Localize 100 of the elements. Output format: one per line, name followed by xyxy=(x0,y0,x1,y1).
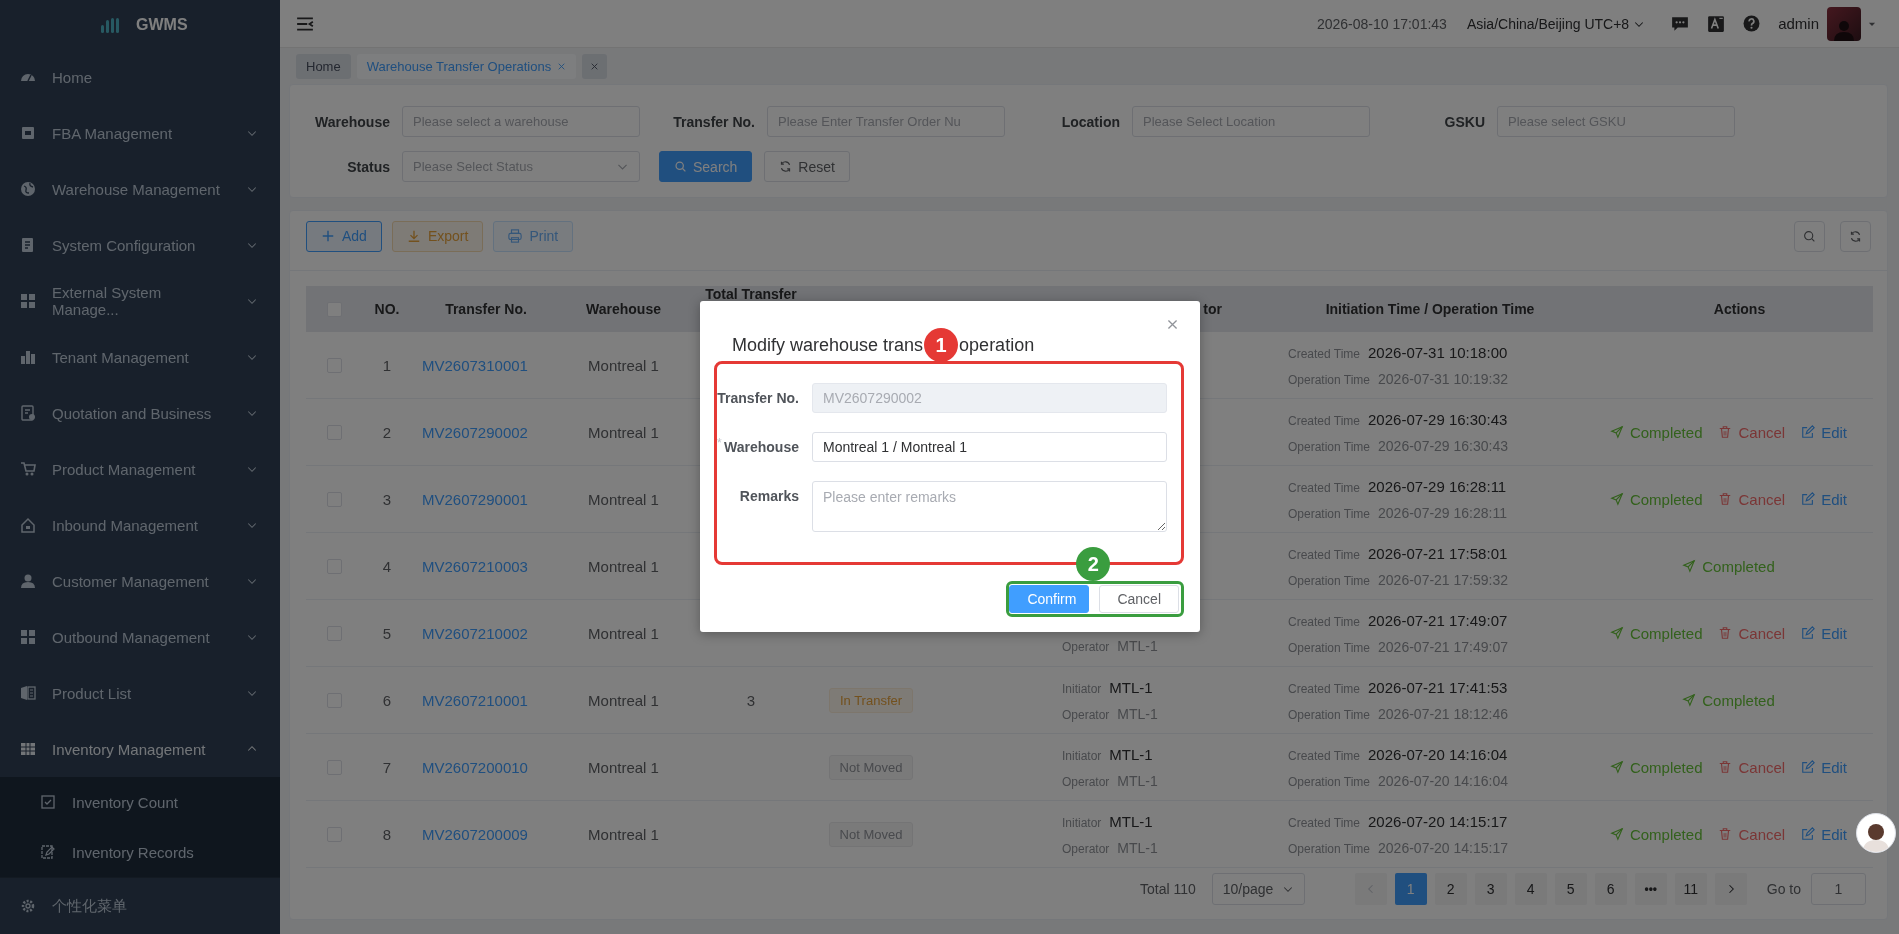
bars-logo-icon xyxy=(100,16,120,33)
row-number: 5 xyxy=(382,624,392,642)
close-all-tabs-button[interactable] xyxy=(582,53,608,79)
page-button[interactable]: 1 xyxy=(1394,873,1427,905)
transfer-link[interactable]: MV2607210002 xyxy=(422,624,528,642)
avatar[interactable] xyxy=(1827,6,1861,41)
edit-document-icon xyxy=(40,844,56,860)
filter-label: Transfer No. xyxy=(672,113,755,130)
warehouse-cell: Montreal 1 xyxy=(588,825,659,843)
row-number: 2 xyxy=(382,423,392,441)
submenu-item[interactable]: Inventory Count xyxy=(0,777,280,827)
search-button[interactable]: Search xyxy=(659,151,753,182)
action-link[interactable]: Completed xyxy=(1682,691,1775,709)
menu-item[interactable]: Outbound Management xyxy=(0,609,280,665)
menu-item[interactable]: Product List xyxy=(0,665,280,721)
menu-item[interactable]: Product Management xyxy=(0,441,280,497)
field-value: 2026-07-20 14:15:17 xyxy=(1368,812,1508,830)
warehouse-cell: Montreal 1 xyxy=(588,423,659,441)
action-link[interactable]: Completed xyxy=(1682,557,1775,575)
goto-page-field[interactable]: 1 xyxy=(1811,873,1866,905)
page-button[interactable]: 11 xyxy=(1674,873,1707,905)
action-link[interactable]: Edit xyxy=(1801,490,1848,508)
action-link[interactable]: Completed xyxy=(1609,758,1703,776)
more-pages-button[interactable]: ••• xyxy=(1634,873,1667,905)
refresh-icon xyxy=(779,160,793,173)
username[interactable]: admin xyxy=(1778,15,1819,32)
field-value: MTL-1 xyxy=(1109,745,1153,763)
menu-item[interactable]: Home xyxy=(0,49,280,105)
menu-item[interactable]: Tenant Management xyxy=(0,329,280,385)
menu-item[interactable]: FBA Management xyxy=(0,105,280,161)
action-link[interactable]: Edit xyxy=(1801,423,1848,441)
menu-item[interactable]: Warehouse Management xyxy=(0,161,280,217)
warehouse-cell: Montreal 1 xyxy=(588,490,659,508)
transfer-link[interactable]: MV2607290001 xyxy=(422,490,528,508)
action-link[interactable]: Completed xyxy=(1609,825,1703,843)
page-button[interactable]: 6 xyxy=(1594,873,1627,905)
page-button[interactable]: 3 xyxy=(1474,873,1507,905)
action-link[interactable]: Completed xyxy=(1609,624,1703,642)
action-link[interactable]: Cancel xyxy=(1718,624,1786,642)
toolbar-button[interactable]: Export xyxy=(391,220,484,252)
confirm-button[interactable]: Confirm xyxy=(1009,585,1090,613)
cancel-button[interactable]: Cancel xyxy=(1099,585,1179,613)
app-name: GWMS xyxy=(136,15,188,34)
text-field[interactable]: Montreal 1 / Montreal 1 xyxy=(812,432,1167,462)
action-link[interactable]: Cancel xyxy=(1718,423,1786,441)
menu-item[interactable]: System Configuration xyxy=(0,217,280,273)
form-label: Warehouse * xyxy=(717,435,799,455)
chat-icon xyxy=(1671,14,1690,33)
page-size-select[interactable]: 10/page xyxy=(1211,873,1305,905)
translate-icon xyxy=(1707,14,1726,33)
edit-icon xyxy=(1801,760,1816,774)
action-link[interactable]: Cancel xyxy=(1718,758,1786,776)
step-marker: 1 xyxy=(924,328,959,362)
page-button[interactable]: 2 xyxy=(1434,873,1467,905)
action-link[interactable]: Cancel xyxy=(1718,490,1786,508)
page-button[interactable]: 5 xyxy=(1554,873,1587,905)
action-link[interactable]: Edit xyxy=(1801,825,1848,843)
search-icon xyxy=(1803,229,1816,243)
next-page-button[interactable] xyxy=(1714,873,1747,905)
timezone-selector[interactable]: Asia/China/Beijing UTC+8 xyxy=(1466,15,1646,32)
menu-toggle[interactable] xyxy=(296,14,314,33)
filter-label: Location xyxy=(1060,113,1120,130)
page-button[interactable]: 4 xyxy=(1514,873,1547,905)
warehouse-cell: Montreal 1 xyxy=(588,557,659,575)
row-number: 7 xyxy=(382,758,392,776)
filter-label: Status xyxy=(346,158,390,175)
page-tab[interactable]: Home xyxy=(296,53,351,79)
menu-item[interactable]: Inventory Management xyxy=(0,721,280,777)
menu-item[interactable]: Customer Management xyxy=(0,553,280,609)
transfer-link[interactable]: MV2607210003 xyxy=(422,557,528,575)
field-value: 2026-07-21 17:41:53 xyxy=(1368,678,1508,696)
row-number: 1 xyxy=(382,356,392,374)
grid-icon xyxy=(20,293,36,309)
goto-label: Go to xyxy=(1766,881,1801,897)
warehouse-cell: Montreal 1 xyxy=(588,691,659,709)
step-marker: 2 xyxy=(1076,547,1111,581)
form-label: Transfer No. xyxy=(717,389,799,408)
edit-icon xyxy=(1801,827,1816,841)
custom-menu-item[interactable]: 个性化菜单 xyxy=(0,877,280,934)
menu-item[interactable]: External System Manage... xyxy=(0,273,280,329)
submenu-item[interactable]: Inventory Records xyxy=(0,827,280,877)
menu-item[interactable]: Inbound Management xyxy=(0,497,280,553)
page-tab[interactable]: Warehouse Transfer Operations xyxy=(356,53,577,79)
search-toggle-button[interactable] xyxy=(1794,220,1825,252)
toolbar-button[interactable]: Add xyxy=(306,220,382,252)
action-link[interactable]: Completed xyxy=(1609,490,1703,508)
transfer-link[interactable]: MV2607200010 xyxy=(422,758,528,776)
reset-button[interactable]: Reset xyxy=(764,151,850,182)
action-link[interactable]: Completed xyxy=(1609,423,1703,441)
action-link[interactable]: Cancel xyxy=(1718,825,1786,843)
transfer-link[interactable]: MV2607290002 xyxy=(422,423,528,441)
transfer-link[interactable]: MV2607200009 xyxy=(422,825,528,843)
action-link[interactable]: Edit xyxy=(1801,624,1848,642)
transfer-link[interactable]: MV2607310001 xyxy=(422,356,528,374)
menu-item[interactable]: Quotation and Business xyxy=(0,385,280,441)
transfer-link[interactable]: MV2607210001 xyxy=(422,691,528,709)
current-datetime: 2026-08-10 17:01:43 xyxy=(1316,15,1447,32)
remarks-field[interactable]: Please enter remarks xyxy=(812,481,1167,532)
refresh-button[interactable] xyxy=(1840,220,1871,252)
action-link[interactable]: Edit xyxy=(1801,758,1848,776)
